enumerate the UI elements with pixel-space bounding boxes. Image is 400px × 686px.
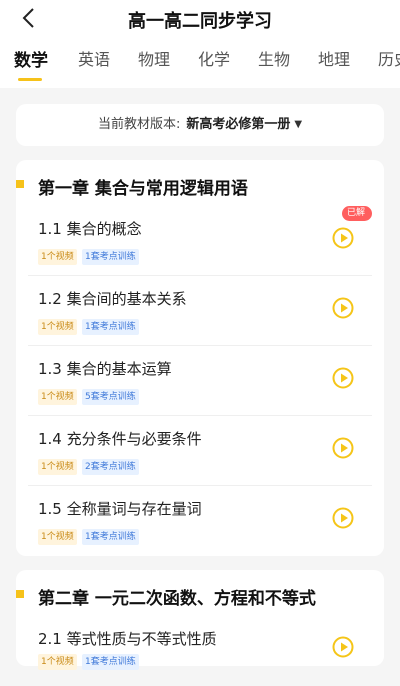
chapter-header: 第二章 一元二次函数、方程和不等式 — [16, 584, 384, 612]
video-count-tag: 1个视频 — [38, 319, 77, 335]
lesson-title: 1.2 集合间的基本关系 — [38, 290, 187, 308]
tab-english[interactable]: 英语 — [78, 46, 110, 70]
tab-history[interactable]: 历史 — [378, 46, 400, 70]
training-count-tag: 1套考点训练 — [82, 529, 139, 545]
active-tab-indicator — [18, 78, 42, 81]
training-count-tag: 1套考点训练 — [82, 654, 139, 670]
lesson-title: 1.5 全称量词与存在量词 — [38, 500, 202, 518]
play-icon[interactable] — [332, 636, 354, 658]
lesson-item[interactable]: 1.3 集合的基本运算 1个视频 5套考点训练 — [28, 346, 372, 416]
page-title: 高一高二同步学习 — [128, 11, 272, 32]
tab-chemistry[interactable]: 化学 — [198, 46, 230, 70]
chapter-marker — [16, 590, 24, 598]
chapter-title: 第一章 集合与常用逻辑用语 — [38, 179, 248, 199]
play-icon[interactable] — [332, 437, 354, 459]
lesson-item[interactable]: 1.1 集合的概念 1个视频 1套考点训练 已解锁 — [28, 206, 372, 276]
video-count-tag: 1个视频 — [38, 529, 77, 545]
dropdown-caret-icon: ▼ — [294, 119, 303, 130]
video-count-tag: 1个视频 — [38, 389, 77, 405]
play-icon[interactable] — [332, 297, 354, 319]
play-icon[interactable] — [332, 367, 354, 389]
chapter-card-2: 第二章 一元二次函数、方程和不等式 2.1 等式性质与不等式性质 1个视频 1套… — [16, 570, 384, 670]
lesson-item[interactable]: 1.4 充分条件与必要条件 1个视频 2套考点训练 — [28, 416, 372, 486]
chapter-marker — [16, 180, 24, 188]
lesson-item[interactable]: 1.2 集合间的基本关系 1个视频 1套考点训练 — [28, 276, 372, 346]
lesson-title: 2.1 等式性质与不等式性质 — [38, 630, 217, 648]
play-icon[interactable] — [332, 227, 354, 249]
tab-geography[interactable]: 地理 — [318, 46, 350, 70]
top-bar: 高一高二同步学习 数学 英语 物理 化学 生物 地理 历史 — [0, 0, 400, 88]
lesson-item[interactable]: 1.5 全称量词与存在量词 1个视频 1套考点训练 — [28, 486, 372, 556]
video-count-tag: 1个视频 — [38, 654, 77, 670]
training-count-tag: 5套考点训练 — [82, 389, 139, 405]
chapter-header: 第一章 集合与常用逻辑用语 — [16, 174, 384, 202]
chapter-card-1: 第一章 集合与常用逻辑用语 1.1 集合的概念 1个视频 1套考点训练 已解锁 … — [16, 160, 384, 556]
training-count-tag: 1套考点训练 — [82, 249, 139, 265]
tab-physics[interactable]: 物理 — [138, 46, 170, 70]
tab-math[interactable]: 数学 — [14, 46, 48, 71]
version-value: 新高考必修第一册 — [186, 117, 291, 132]
play-icon[interactable] — [332, 507, 354, 529]
textbook-version-selector[interactable]: 当前教材版本: 新高考必修第一册 ▼ — [16, 104, 384, 146]
lesson-title: 1.3 集合的基本运算 — [38, 360, 172, 378]
chapter-title: 第二章 一元二次函数、方程和不等式 — [38, 589, 316, 609]
training-count-tag: 1套考点训练 — [82, 319, 139, 335]
subject-tabs: 数学 英语 物理 化学 生物 地理 历史 — [0, 46, 400, 78]
version-label: 当前教材版本: — [97, 117, 181, 132]
training-count-tag: 2套考点训练 — [82, 459, 139, 475]
video-count-tag: 1个视频 — [38, 249, 77, 265]
lesson-item[interactable]: 2.1 等式性质与不等式性质 1个视频 1套考点训练 — [28, 616, 372, 686]
lesson-title: 1.4 充分条件与必要条件 — [38, 430, 202, 448]
tab-biology[interactable]: 生物 — [258, 46, 290, 70]
lesson-title: 1.1 集合的概念 — [38, 220, 142, 238]
unlocked-badge: 已解锁 — [342, 206, 372, 233]
video-count-tag: 1个视频 — [38, 459, 77, 475]
